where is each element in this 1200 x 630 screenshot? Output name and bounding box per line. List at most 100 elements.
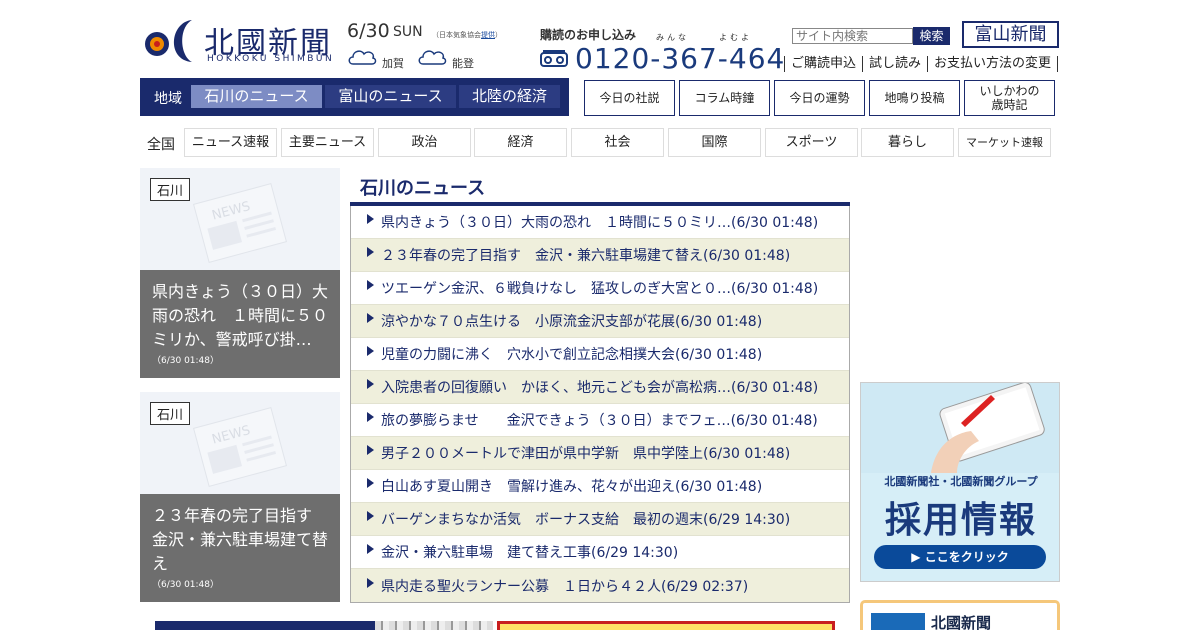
date: 6/30 [347,20,390,42]
recruit-subtitle: 北國新聞社・北國新聞グループ [884,475,1038,488]
news-item-text[interactable]: ツエーゲン金沢、６戦負けなし 猛攻しのぎ大宮と０…(6/30 01:48) [381,278,818,298]
feature-card[interactable]: NEWS 石川 ２３年春の完了目指す 金沢・兼六駐車場建て替え （6/30 01… [140,392,340,602]
tab-toyama-news[interactable]: 富山のニュース [325,85,456,108]
weather-area-kaga: 加賀 [382,57,404,70]
category-international[interactable]: 国際 [668,128,761,157]
bullet-arrow-icon [367,511,374,521]
feature-time: （6/30 01:48） [152,356,220,366]
newspaper-stack-image [375,621,493,630]
reader-post-button[interactable]: 地鳴り投稿 [869,80,960,116]
trial-read-link[interactable]: 試し読み [862,56,927,72]
category-politics[interactable]: 政治 [378,128,471,157]
region-label: 地域 [154,91,182,107]
category-sports[interactable]: スポーツ [765,128,858,157]
news-item[interactable]: 県内走る聖火ランナー公募 １日から４２人(6/29 02:37) [351,569,849,602]
bullet-arrow-icon [367,313,374,323]
news-item-text[interactable]: 県内きょう（３０日）大雨の恐れ １時間に５０ミリ…(6/30 01:48) [381,212,818,232]
region-nav: 地域 石川のニュース 富山のニュース 北陸の経済 [140,78,569,116]
bullet-arrow-icon [367,412,374,422]
recruit-click-button[interactable]: ▶ ここをクリック [874,545,1046,569]
feature-title[interactable]: 県内きょう（３０日）大雨の恐れ １時間に５０ミリか、警戒呼び掛… [152,280,328,352]
news-item[interactable]: 涼やかな７０点生ける 小原流金沢支部が花展(6/30 01:48) [351,305,849,338]
tab-ishikawa-news[interactable]: 石川のニュース [191,85,322,108]
bullet-arrow-icon [367,445,374,455]
category-top-news[interactable]: 主要ニュース [281,128,374,157]
newspaper-placeholder-icon: NEWS [192,407,288,487]
region-tag: 石川 [150,402,191,425]
category-living[interactable]: 暮らし [861,128,954,157]
saijiki-label-2: 歳時記 [991,98,1028,112]
news-item-text[interactable]: ２３年春の完了目指す 金沢・兼六駐車場建て替え(6/30 01:48) [381,245,790,265]
column-jisho-button[interactable]: コラム時鐘 [679,80,770,116]
weather-source-prefix: （日本気象協会 [432,31,481,39]
bottom-banner-left[interactable] [155,621,493,630]
feature-card[interactable]: NEWS 石川 県内きょう（３０日）大雨の恐れ １時間に５０ミリか、警戒呼び掛…… [140,168,340,378]
news-item[interactable]: 男子２００メートルで津田が県中学新 県中学陸上(6/30 01:48) [351,437,849,470]
bullet-arrow-icon [367,280,374,290]
weather-source: （日本気象協会提供） [432,30,502,40]
free-dial-icon [540,50,568,67]
news-list: 県内きょう（３０日）大雨の恐れ １時間に５０ミリ…(6/30 01:48) ２３… [350,206,850,603]
phone-number[interactable]: 0120-367-464 [575,42,785,75]
category-economy[interactable]: 経済 [474,128,567,157]
day-of-week: SUN [393,24,423,40]
bottom-banner-right[interactable] [497,621,835,630]
fortune-button[interactable]: 今日の運勢 [774,80,865,116]
logo-roman-text: HOKKOKU SHIMBUN [207,54,335,64]
editorial-button[interactable]: 今日の社説 [584,80,675,116]
bullet-arrow-icon [367,544,374,554]
news-section-heading: 石川のニュース [360,178,486,199]
recruit-banner[interactable]: 北國新聞社・北國新聞グループ 採用情報 ▶ ここをクリック [860,382,1060,582]
weather-source-suffix: ） [495,31,502,39]
category-society[interactable]: 社会 [571,128,664,157]
feature-title[interactable]: ２３年春の完了目指す 金沢・兼六駐車場建て替え [152,504,328,576]
category-all-label: 全国 [147,137,175,153]
news-item[interactable]: 入院患者の回復願い かほく、地元こども会が高松病…(6/30 01:48) [351,371,849,404]
region-tag: 石川 [150,178,191,201]
category-breaking-news[interactable]: ニュース速報 [184,128,277,157]
bullet-arrow-icon [367,478,374,488]
saijiki-label-1: いしかわの [979,84,1040,98]
subscription-links: ご購読申込 試し読み お支払い方法の変更 [784,56,1059,72]
news-item-text[interactable]: 金沢・兼六駐車場 建て替え工事(6/29 14:30) [381,542,678,562]
feature-time: （6/30 01:48） [152,580,220,590]
weather-source-link[interactable]: 提供 [481,31,495,39]
news-item-text[interactable]: 県内走る聖火ランナー公募 １日から４２人(6/29 02:37) [381,576,748,596]
news-item-text[interactable]: 男子２００メートルで津田が県中学新 県中学陸上(6/30 01:48) [381,443,790,463]
ishikawa-saijiki-button[interactable]: いしかわの 歳時記 [964,80,1055,116]
card-ad-text: 北國新聞 [931,614,992,630]
news-item-text[interactable]: 白山あす夏山開き 雪解け進み、花々が出迎え(6/30 01:48) [381,476,762,496]
category-market[interactable]: マーケット速報 [958,128,1051,157]
search-button[interactable]: 検索 [913,27,950,45]
news-item-text[interactable]: 涼やかな７０点生ける 小原流金沢支部が花展(6/30 01:48) [381,311,762,331]
news-item[interactable]: 金沢・兼六駐車場 建て替え工事(6/29 14:30) [351,536,849,569]
site-search-input[interactable] [792,28,913,44]
feature-caption: 県内きょう（３０日）大雨の恐れ １時間に５０ミリか、警戒呼び掛… （6/30 0… [140,270,340,378]
tab-hokuriku-economy[interactable]: 北陸の経済 [459,85,560,108]
tablet-hand-illustration-icon [861,383,1059,473]
bullet-arrow-icon [367,346,374,356]
news-item-text[interactable]: バーゲンまちなか活気 ボーナス支給 最初の週末(6/29 14:30) [381,509,790,529]
news-item[interactable]: 児童の力闘に沸く 穴水小で創立記念相撲大会(6/30 01:48) [351,338,849,371]
weather-area-noto: 能登 [452,57,474,70]
news-item[interactable]: ２３年春の完了目指す 金沢・兼六駐車場建て替え(6/30 01:48) [351,239,849,272]
news-item-text[interactable]: 入院患者の回復願い かほく、地元こども会が高松病…(6/30 01:48) [381,377,818,397]
toyama-shimbun-link[interactable]: 富山新聞 [962,21,1059,48]
news-item-text[interactable]: 児童の力闘に沸く 穴水小で創立記念相撲大会(6/30 01:48) [381,344,762,364]
bullet-arrow-icon [367,577,374,588]
payment-change-link[interactable]: お支払い方法の変更 [927,56,1059,72]
news-item[interactable]: 白山あす夏山開き 雪解け進み、花々が出迎え(6/30 01:48) [351,470,849,503]
news-item[interactable]: 旅の夢膨らませ 金沢できょう（３０日）までフェ…(6/30 01:48) [351,404,849,437]
hokkoku-card-ad[interactable]: 北國新聞 [860,600,1060,630]
cloud-icon [418,50,447,65]
news-item[interactable]: 県内きょう（３０日）大雨の恐れ １時間に５０ミリ…(6/30 01:48) [351,206,849,239]
logo-mark-icon[interactable] [140,16,198,64]
news-item[interactable]: バーゲンまちなか活気 ボーナス支給 最初の週末(6/29 14:30) [351,503,849,536]
feature-caption: ２３年春の完了目指す 金沢・兼六駐車場建て替え （6/30 01:48） [140,494,340,602]
news-item[interactable]: ツエーゲン金沢、６戦負けなし 猛攻しのぎ大宮と０…(6/30 01:48) [351,272,849,305]
bullet-arrow-icon [367,379,374,389]
subscribe-label: 購読のお申し込み [540,28,637,42]
card-ad-logo [871,613,925,630]
subscribe-apply-link[interactable]: ご購読申込 [784,56,862,72]
news-item-text[interactable]: 旅の夢膨らませ 金沢できょう（３０日）までフェ…(6/30 01:48) [381,410,818,430]
